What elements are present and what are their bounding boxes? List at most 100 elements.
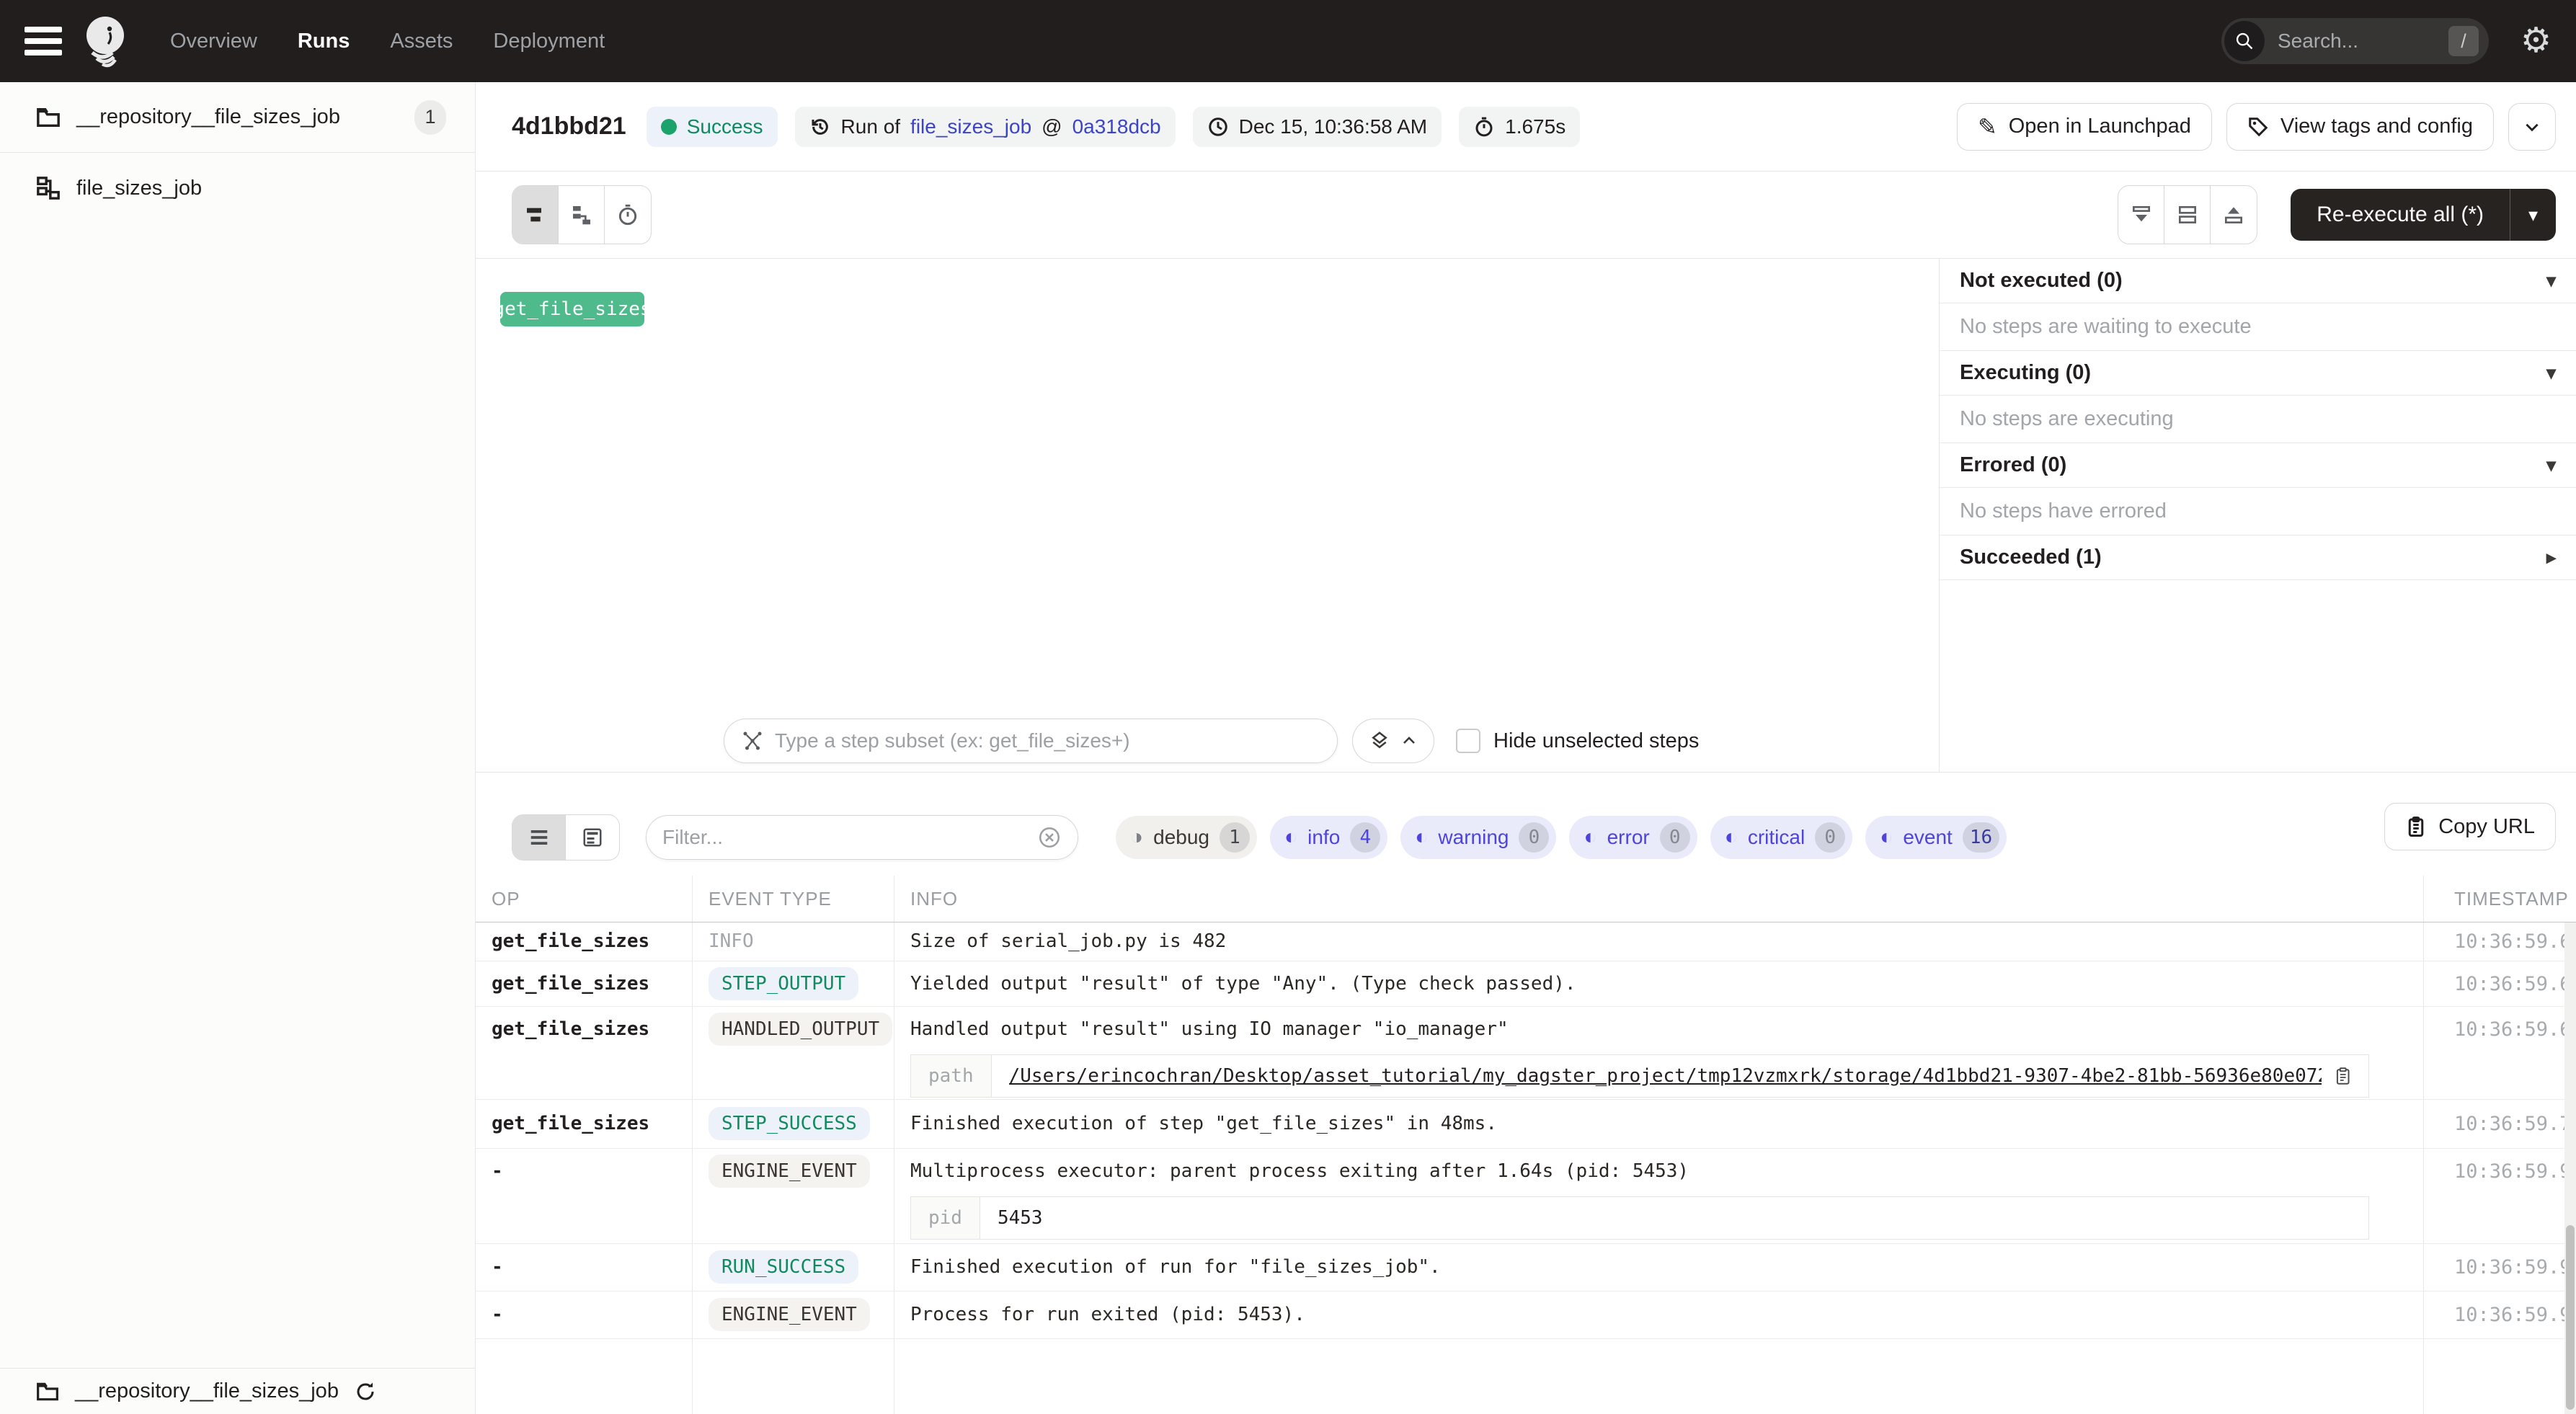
top-nav: Overview Runs Assets Deployment Search... /… bbox=[0, 0, 2576, 82]
clear-filter-icon[interactable] bbox=[1037, 825, 1062, 850]
chip-count-badge: 16 bbox=[1963, 822, 1999, 853]
log-timestamp-cell: 10:36:59.917 bbox=[2424, 1244, 2576, 1291]
log-level-chip-debug[interactable]: ◑debug1 bbox=[1116, 816, 1257, 859]
log-timestamp-cell: 10:36:59.934 bbox=[2424, 1291, 2576, 1338]
job-link[interactable]: file_sizes_job bbox=[910, 115, 1031, 138]
nav-link-deployment[interactable]: Deployment bbox=[493, 30, 605, 53]
log-filter-input[interactable]: Filter... bbox=[646, 815, 1078, 860]
event-type-badge: INFO bbox=[709, 930, 754, 952]
sidebar: __repository__file_sizes_job 1 file_size… bbox=[0, 82, 476, 1414]
log-level-chip-info[interactable]: ◐info4 bbox=[1270, 816, 1387, 859]
log-row[interactable]: -RUN_SUCCESSFinished execution of run fo… bbox=[476, 1244, 2576, 1291]
log-scrollbar[interactable] bbox=[2564, 922, 2576, 1414]
hamburger-menu-icon[interactable] bbox=[25, 27, 62, 55]
search-input[interactable]: Search... / bbox=[2221, 18, 2489, 64]
log-level-chip-event[interactable]: ◐event16 bbox=[1865, 816, 2007, 859]
expand-rows-button[interactable] bbox=[2164, 186, 2211, 244]
copy-url-button[interactable]: Copy URL bbox=[2384, 803, 2556, 850]
steps-section-header[interactable]: Executing (0)▾ bbox=[1940, 351, 2576, 396]
nav-link-overview[interactable]: Overview bbox=[170, 30, 257, 53]
commit-link[interactable]: 0a318dcb bbox=[1072, 115, 1161, 138]
step-subset-input[interactable]: Type a step subset (ex: get_file_sizes+) bbox=[724, 719, 1338, 763]
metadata-path-link[interactable]: /Users/erincochran/Desktop/asset_tutoria… bbox=[1009, 1065, 2322, 1087]
run-toolbar: Re-execute all (*) ▾ bbox=[476, 172, 2576, 258]
log-structured-view-button[interactable] bbox=[566, 815, 619, 860]
search-shortcut-key: / bbox=[2448, 26, 2479, 56]
chip-count-badge: 4 bbox=[1350, 822, 1380, 853]
gantt-view-button[interactable] bbox=[512, 186, 559, 244]
log-message: Multiprocess executor: parent process ex… bbox=[910, 1160, 2423, 1182]
timing-view-button[interactable] bbox=[605, 186, 651, 244]
metadata-table: pid5453 bbox=[910, 1196, 2369, 1240]
run-of-tag: Run of file_sizes_job @ 0a318dcb bbox=[795, 107, 1176, 147]
event-type-badge: HANDLED_OUTPUT bbox=[709, 1013, 892, 1046]
sidebar-repo-count-badge: 1 bbox=[414, 100, 446, 135]
job-graph-icon bbox=[36, 176, 61, 200]
log-row[interactable]: get_file_sizesSTEP_OUTPUTYielded output … bbox=[476, 961, 2576, 1007]
open-in-launchpad-button[interactable]: ✎ Open in Launchpad bbox=[1957, 103, 2212, 151]
log-scrollbar-thumb[interactable] bbox=[2566, 1225, 2575, 1410]
column-header-timestamp: TIMESTAMP bbox=[2424, 876, 2576, 922]
log-op-cell: - bbox=[476, 1291, 693, 1338]
search-placeholder: Search... bbox=[2278, 30, 2448, 53]
hide-unselected-checkbox[interactable] bbox=[1456, 729, 1480, 753]
chip-label: warning bbox=[1438, 826, 1509, 849]
collapse-up-button[interactable] bbox=[2211, 186, 2257, 244]
nav-link-runs[interactable]: Runs bbox=[298, 30, 350, 53]
reexecute-all-button[interactable]: Re-execute all (*) ▾ bbox=[2291, 189, 2556, 241]
log-table: OPEVENT TYPEINFOTIMESTAMP get_file_sizes… bbox=[476, 876, 2576, 1414]
view-tags-config-button[interactable]: View tags and config bbox=[2226, 103, 2494, 151]
log-op-cell: get_file_sizes bbox=[476, 1100, 693, 1148]
stopwatch-icon bbox=[1473, 116, 1495, 138]
zoom-fit-button[interactable] bbox=[1352, 719, 1434, 763]
log-level-chip-critical[interactable]: ◐critical0 bbox=[1710, 816, 1852, 859]
sidebar-item-repository[interactable]: __repository__file_sizes_job 1 bbox=[0, 82, 475, 153]
sidebar-item-job[interactable]: file_sizes_job bbox=[0, 153, 475, 223]
log-level-chip-warning[interactable]: ◐ warning 0 bbox=[1400, 816, 1556, 859]
log-message: Size of serial_job.py is 482 bbox=[910, 930, 2423, 952]
gantt-step-node[interactable]: get_file_sizes bbox=[500, 292, 644, 326]
reexecute-dropdown-caret[interactable]: ▾ bbox=[2510, 189, 2556, 241]
log-event-type-cell: STEP_SUCCESS bbox=[693, 1100, 894, 1148]
history-icon bbox=[809, 116, 831, 138]
log-row[interactable]: -ENGINE_EVENTProcess for run exited (pid… bbox=[476, 1291, 2576, 1339]
metadata-key: path bbox=[911, 1055, 992, 1097]
steps-section-header[interactable]: Succeeded (1)▸ bbox=[1940, 535, 2576, 580]
chip-label: info bbox=[1307, 826, 1340, 849]
log-row[interactable]: get_file_sizesHANDLED_OUTPUTHandled outp… bbox=[476, 1007, 2576, 1100]
copy-path-icon[interactable] bbox=[2335, 1065, 2351, 1087]
log-info-cell: Finished execution of step "get_file_siz… bbox=[894, 1100, 2424, 1148]
log-info-cell: Handled output "result" using IO manager… bbox=[894, 1007, 2424, 1099]
status-dot bbox=[661, 119, 677, 135]
steps-status-panel: Not executed (0)▾No steps are waiting to… bbox=[1939, 259, 2576, 772]
log-info-cell: Yielded output "result" of type "Any". (… bbox=[894, 961, 2424, 1006]
flat-view-button[interactable] bbox=[559, 186, 605, 244]
log-list-view-button[interactable] bbox=[512, 815, 566, 860]
toggle-icon: ◐ bbox=[1415, 827, 1428, 848]
chip-count-badge: 0 bbox=[1519, 822, 1549, 853]
nav-link-assets[interactable]: Assets bbox=[390, 30, 453, 53]
collapse-down-button[interactable] bbox=[2118, 186, 2164, 244]
run-header-more-button[interactable] bbox=[2508, 103, 2556, 151]
log-row[interactable]: get_file_sizesINFOSize of serial_job.py … bbox=[476, 922, 2576, 961]
log-row[interactable]: get_file_sizesSTEP_SUCCESS Finished execu… bbox=[476, 1100, 2576, 1149]
log-level-chip-error[interactable]: ◐error0 bbox=[1569, 816, 1697, 859]
toggle-icon: ◐ bbox=[1584, 827, 1596, 848]
log-timestamp-cell: 10:36:59.683 bbox=[2424, 961, 2576, 1006]
dagster-logo[interactable] bbox=[81, 14, 130, 68]
log-event-type-cell: STEP_OUTPUT bbox=[693, 961, 894, 1006]
log-message: Finished execution of step "get_file_siz… bbox=[910, 1113, 2423, 1134]
section-caret-icon: ▾ bbox=[2546, 270, 2556, 292]
steps-section-title: Succeeded (1) bbox=[1960, 546, 2102, 569]
sidebar-repo-label: __repository__file_sizes_job bbox=[76, 105, 340, 129]
steps-section-header[interactable]: Errored (0)▾ bbox=[1940, 443, 2576, 488]
refresh-icon[interactable] bbox=[355, 1381, 376, 1402]
metadata-value: 5453 bbox=[980, 1197, 2368, 1239]
gear-icon[interactable]: ⚙ bbox=[2521, 24, 2551, 58]
toggle-icon: ◐ bbox=[1725, 827, 1738, 848]
log-info-cell: Finished execution of run for "file_size… bbox=[894, 1244, 2424, 1291]
log-table-header: OPEVENT TYPEINFOTIMESTAMP bbox=[476, 876, 2576, 922]
steps-section-header[interactable]: Not executed (0)▾ bbox=[1940, 259, 2576, 303]
log-row[interactable]: -ENGINE_EVENTMultiprocess executor: pare… bbox=[476, 1149, 2576, 1244]
chip-count-badge: 0 bbox=[1815, 822, 1845, 853]
